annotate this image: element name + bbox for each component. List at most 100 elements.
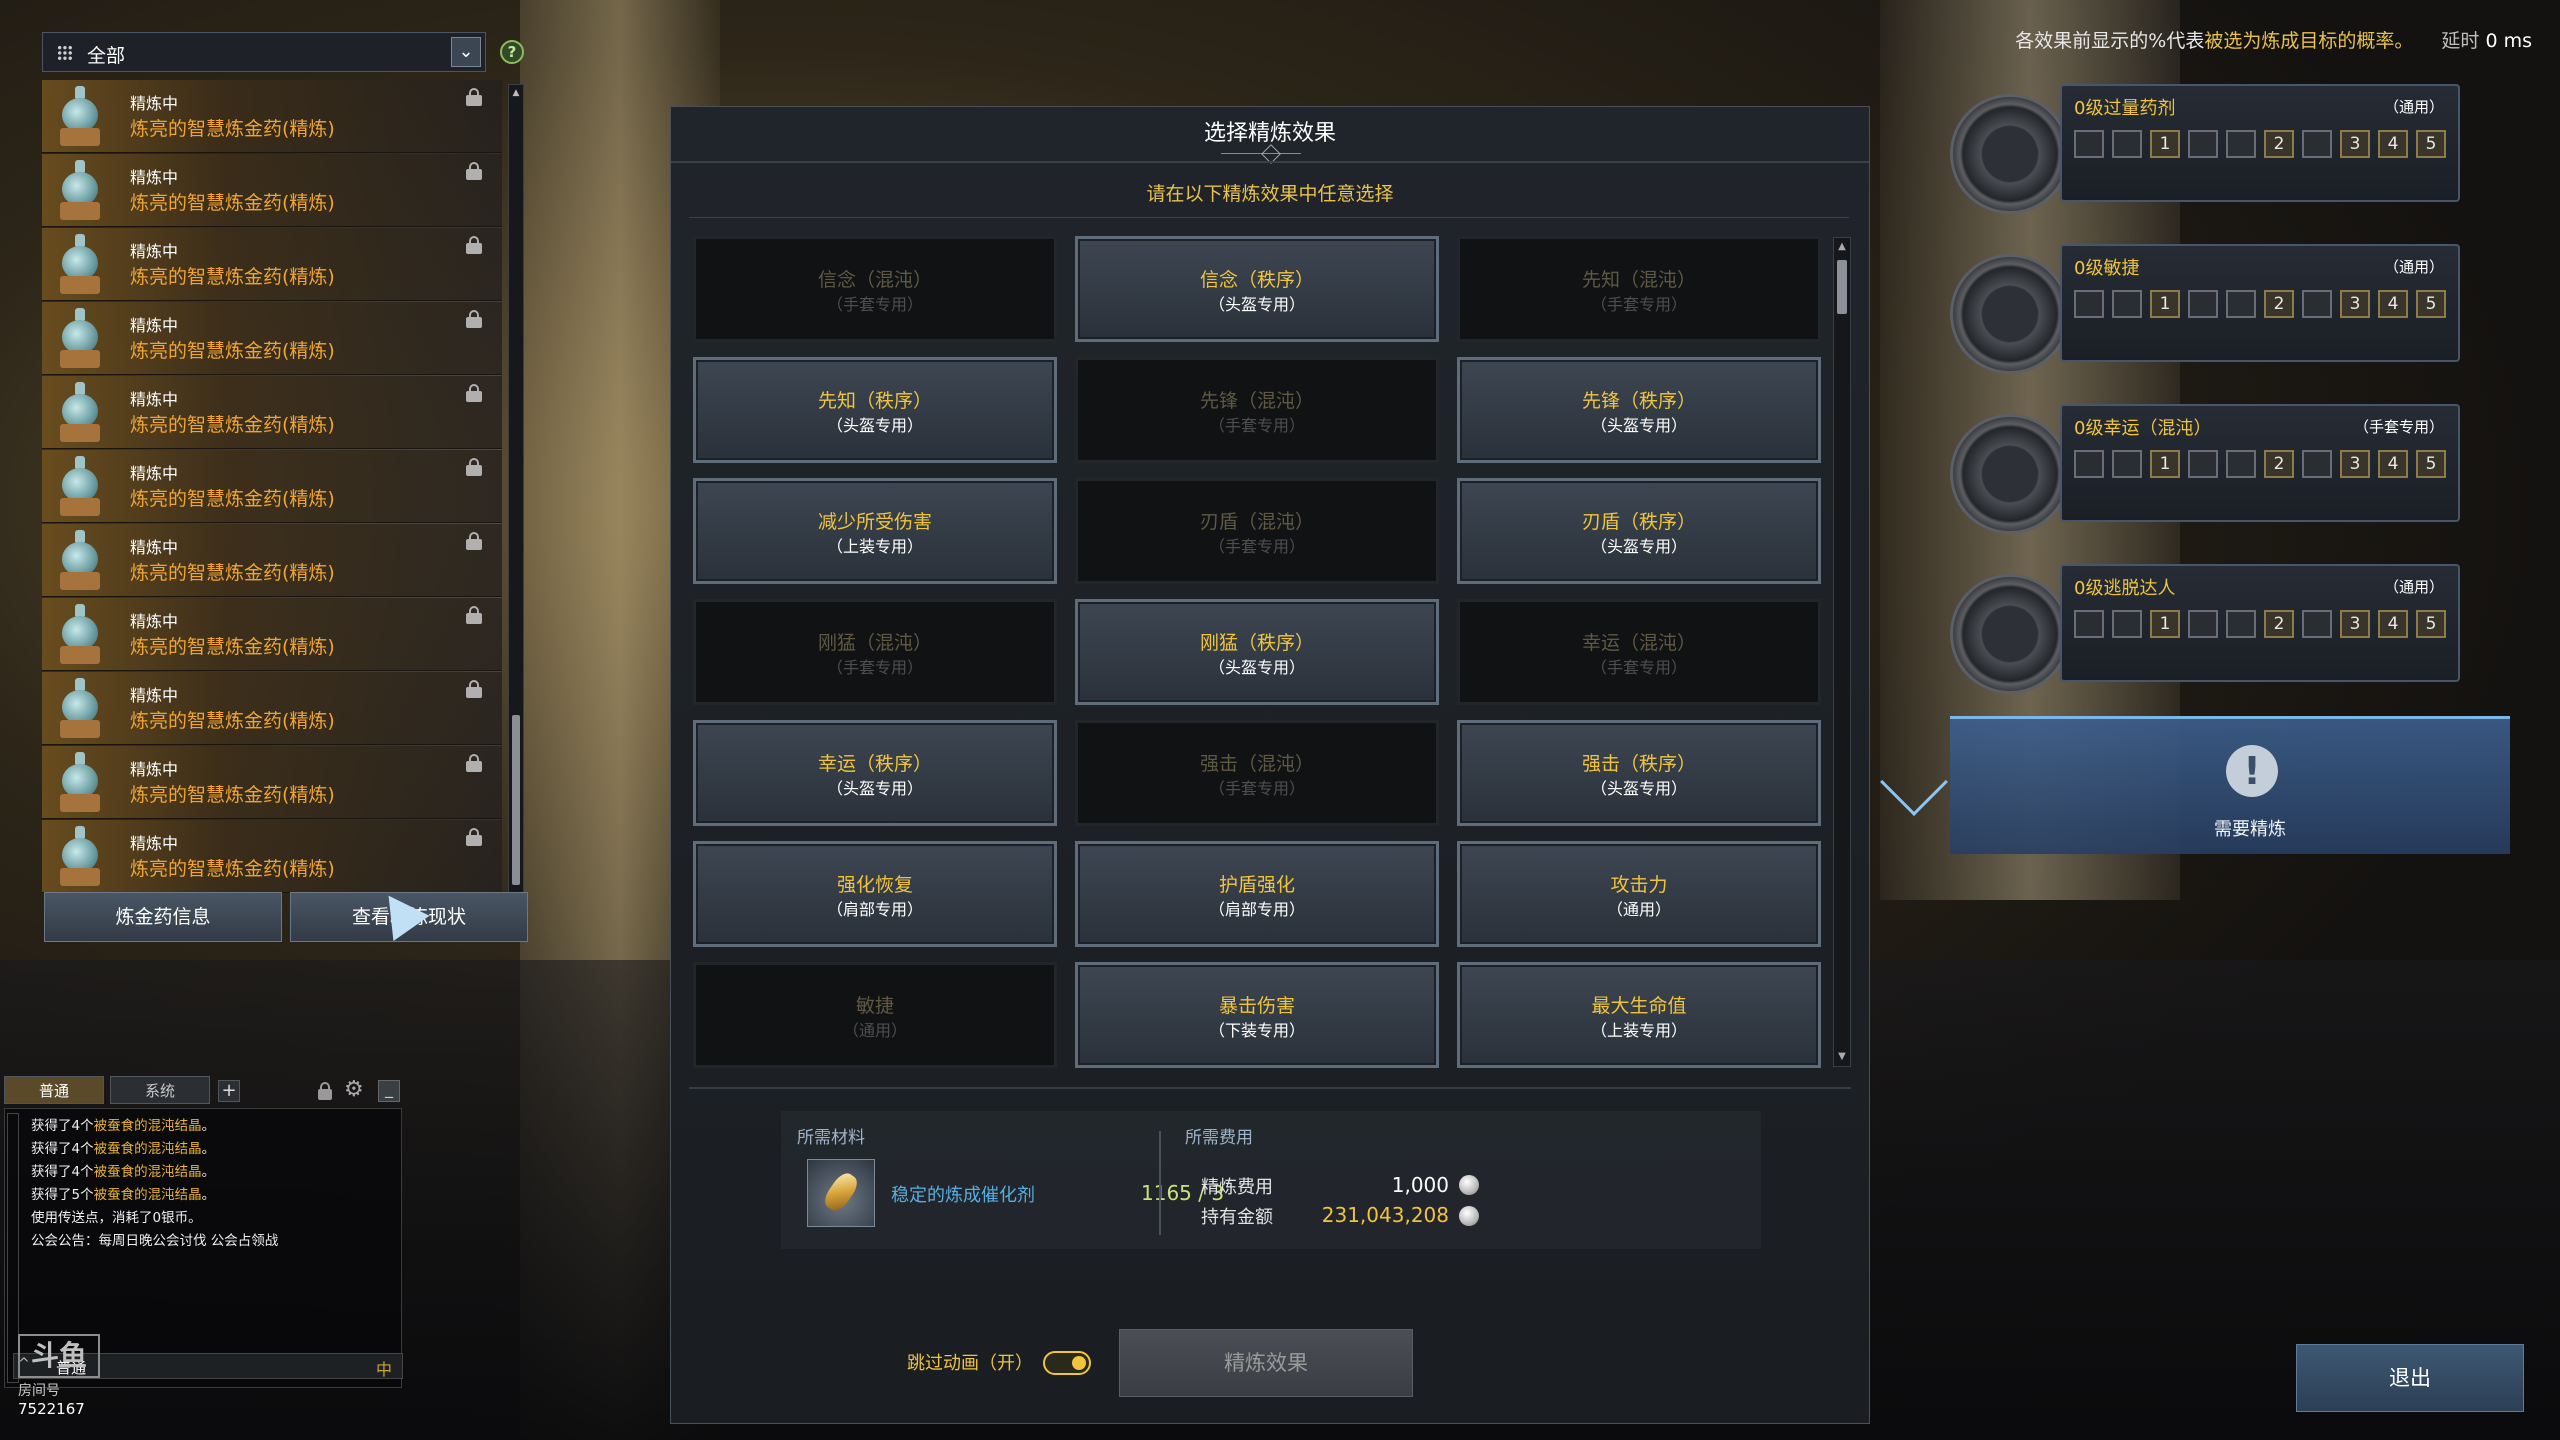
latency-indicator: 延时 0 ms: [2441, 30, 2532, 52]
potion-icon: [56, 382, 104, 442]
scroll-thumb[interactable]: [1837, 260, 1847, 314]
effect-slot[interactable]: 0级敏捷 （通用） 1 2 3 4 5: [1950, 244, 2510, 374]
effect-slot-type: （头盔专用）: [1590, 537, 1687, 556]
slot-panel: 0级逃脱达人 （通用） 1 2 3 4 5: [2060, 564, 2460, 682]
list-item[interactable]: 精炼中 炼亮的智慧炼金药(精炼): [42, 450, 502, 523]
level-marker: 3: [2340, 130, 2370, 158]
potion-state: 精炼中: [130, 612, 179, 631]
effect-option[interactable]: 刃盾（秩序） （头盔专用）: [1457, 478, 1821, 584]
level-marker: 2: [2264, 130, 2294, 158]
potion-state: 精炼中: [130, 538, 179, 557]
lock-icon[interactable]: [466, 754, 482, 772]
list-item[interactable]: 精炼中 炼亮的智慧炼金药(精炼): [42, 154, 502, 227]
chat-line-text: 获得了4个: [31, 1118, 94, 1134]
list-item[interactable]: 精炼中炼亮的智慧炼金药(精炼): [42, 524, 502, 597]
effect-option[interactable]: 幸运（秩序） （头盔专用）: [693, 720, 1057, 826]
list-item[interactable]: 精炼中 炼亮的智慧炼金药(精炼): [42, 820, 502, 893]
lock-icon[interactable]: [466, 680, 482, 698]
list-item[interactable]: 精炼中 炼亮的智慧炼金药(精炼): [42, 598, 502, 671]
lock-icon[interactable]: [466, 532, 482, 550]
lock-icon[interactable]: [318, 1082, 332, 1100]
effect-option[interactable]: 暴击伤害 （下装专用）: [1075, 962, 1439, 1068]
lock-icon[interactable]: [466, 384, 482, 402]
level-cell: [2188, 130, 2218, 158]
level-cell: [2112, 450, 2142, 478]
list-item[interactable]: 精炼中 炼亮的智慧炼金药(精炼): [42, 80, 502, 153]
lock-icon[interactable]: [466, 458, 482, 476]
potion-icon: [56, 826, 104, 886]
help-icon[interactable]: ?: [500, 40, 524, 64]
effect-slot[interactable]: 0级幸运（混沌） （手套专用） 1 2 3 4 5: [1950, 404, 2510, 534]
effect-option: 刚猛（混沌） （手套专用）: [693, 599, 1057, 705]
catalyst-icon[interactable]: [807, 1159, 875, 1227]
scroll-up-icon[interactable]: ▲: [1836, 240, 1848, 254]
effect-slot-type: （头盔专用）: [1590, 416, 1687, 435]
chat-line-item[interactable]: 被蚕食的混沌结晶: [94, 1141, 202, 1157]
effect-option[interactable]: 先锋（秩序） （头盔专用）: [1457, 357, 1821, 463]
exit-button[interactable]: 退出: [2296, 1344, 2524, 1412]
minimize-button[interactable]: _: [378, 1080, 400, 1102]
potion-name: 炼亮的智慧炼金药(精炼): [130, 562, 335, 584]
chat-line-item[interactable]: 被蚕食的混沌结晶: [94, 1164, 202, 1180]
potion-info-button[interactable]: 炼金药信息: [44, 892, 282, 942]
lock-icon[interactable]: [466, 236, 482, 254]
effect-slot[interactable]: 0级过量药剂 （通用） 1 2 3 4 5: [1950, 84, 2510, 214]
effect-grid-scrollbar[interactable]: ▲ ▼: [1833, 237, 1851, 1067]
effect-option[interactable]: 信念（秩序） （头盔专用）: [1075, 236, 1439, 342]
effect-slot-type: （头盔专用）: [1590, 779, 1687, 798]
list-item[interactable]: 精炼中 炼亮的智慧炼金药(精炼): [42, 228, 502, 301]
level-marker: 5: [2416, 450, 2446, 478]
effect-slot-type: （通用）: [1606, 900, 1671, 919]
effect-option[interactable]: 强化恢复 （肩部专用）: [693, 841, 1057, 947]
refine-effect-button[interactable]: 精炼效果: [1119, 1329, 1413, 1397]
effect-option[interactable]: 先知（秩序） （头盔专用）: [693, 357, 1057, 463]
chevron-down-icon[interactable]: ⌄: [451, 37, 481, 67]
scroll-up-icon[interactable]: ▲: [510, 87, 522, 99]
effect-name: 幸运（秩序）: [817, 753, 932, 775]
chat-line-text: 获得了4个: [31, 1164, 94, 1180]
send-icon[interactable]: 中: [376, 1356, 392, 1380]
section-divider: [689, 1087, 1851, 1089]
add-tab-button[interactable]: +: [218, 1080, 240, 1102]
list-item[interactable]: 精炼中 炼亮的智慧炼金药(精炼): [42, 672, 502, 745]
lock-icon[interactable]: [466, 310, 482, 328]
lock-icon[interactable]: [466, 606, 482, 624]
effect-option[interactable]: 刚猛（秩序） （头盔专用）: [1075, 599, 1439, 705]
effect-slot-type: （头盔专用）: [826, 416, 923, 435]
chat-line-item[interactable]: 被蚕食的混沌结晶: [94, 1187, 202, 1203]
effect-option[interactable]: 护盾强化 （肩部专用）: [1075, 841, 1439, 947]
level-track: 1 2 345: [2074, 450, 2454, 480]
potion-list-scrollbar[interactable]: ▲ ▼: [508, 84, 524, 916]
skip-animation-toggle[interactable]: [1043, 1351, 1091, 1375]
gear-icon[interactable]: ⚙: [344, 1078, 364, 1102]
list-item[interactable]: 精炼中 炼亮的智慧炼金药(精炼): [42, 302, 502, 375]
effect-slot[interactable]: 0级逃脱达人 （通用） 1 2 3 4 5: [1950, 564, 2510, 694]
lock-icon[interactable]: [466, 828, 482, 846]
potion-icon: [56, 752, 104, 812]
level-cell: [2226, 450, 2256, 478]
slot-tag: （通用）: [2383, 258, 2444, 276]
lock-icon[interactable]: [466, 88, 482, 106]
scroll-thumb[interactable]: [512, 715, 520, 885]
slot-title: 0级敏捷: [2074, 258, 2140, 279]
effect-option[interactable]: 最大生命值 （上装专用）: [1457, 962, 1821, 1068]
effect-option[interactable]: 减少所受伤害 （上装专用）: [693, 478, 1057, 584]
list-item[interactable]: 精炼中 炼亮的智慧炼金药(精炼): [42, 746, 502, 819]
chat-tab-normal[interactable]: 普通: [4, 1076, 104, 1104]
level-marker: 5: [2416, 610, 2446, 638]
effect-slot-type: （上装专用）: [1590, 1021, 1687, 1040]
effect-option[interactable]: 强击（秩序） （头盔专用）: [1457, 720, 1821, 826]
slot-tag: （通用）: [2383, 98, 2444, 116]
list-item[interactable]: 精炼中 炼亮的智慧炼金药(精炼): [42, 376, 502, 449]
filter-select[interactable]: 全部 ⌄: [42, 32, 486, 72]
lock-icon[interactable]: [466, 162, 482, 180]
effect-option[interactable]: 攻击力 （通用）: [1457, 841, 1821, 947]
slot-panel: 0级幸运（混沌） （手套专用） 1 2 3 4 5: [2060, 404, 2460, 522]
chat-line-item[interactable]: 被蚕食的混沌结晶: [94, 1118, 202, 1134]
requirements-box: 所需材料 稳定的炼成催化剂 1165 / 3 所需费用 精炼费用 1,000 持…: [781, 1111, 1761, 1249]
effect-slot-type: （手套专用）: [1208, 537, 1305, 556]
chat-line: 获得了4个被蚕食的混沌结晶。: [31, 1138, 395, 1161]
chat-tab-system[interactable]: 系统: [110, 1076, 210, 1104]
potion-state: 精炼中: [130, 686, 179, 705]
scroll-down-icon[interactable]: ▼: [1836, 1050, 1848, 1064]
